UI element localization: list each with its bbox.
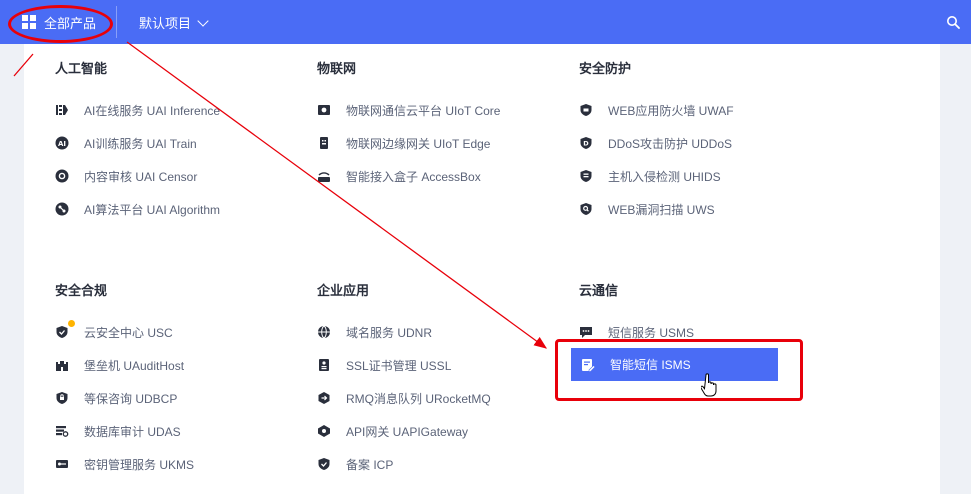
product-item-udbcp[interactable]: 等保咨询 UDBCP [55, 386, 177, 410]
ai-train-icon: AI [55, 136, 69, 150]
algorithm-icon [55, 202, 69, 216]
api-gateway-icon [317, 424, 331, 438]
category-title: 物联网 [317, 61, 357, 76]
category-iot: 物联网 物联网通信云平台 UIoT Core 物联网边缘网关 UIoT Edge… [317, 60, 547, 184]
sms-icon [579, 325, 593, 339]
product-item-uai-censor[interactable]: 内容审核 UAI Censor [55, 164, 197, 188]
product-item-uai-inference[interactable]: AI在线服务 UAI Inference [55, 98, 220, 122]
globe-icon [317, 325, 331, 339]
product-item-uhids[interactable]: 主机入侵检测 UHIDS [579, 164, 721, 188]
product-item-uai-algorithm[interactable]: AI算法平台 UAI Algorithm [55, 197, 220, 221]
product-label: RMQ消息队列 URocketMQ [346, 391, 491, 406]
queue-icon [317, 391, 331, 405]
key-icon [55, 457, 69, 471]
product-label: 数据库审计 UDAS [84, 424, 181, 439]
product-item-urocketmq[interactable]: RMQ消息队列 URocketMQ [317, 386, 491, 410]
security-center-icon [55, 320, 75, 339]
product-item-udnr[interactable]: 域名服务 UDNR [317, 320, 432, 344]
inference-icon [55, 103, 69, 117]
category-cloud-communication: 云通信 短信服务 USMS 智能短信 ISMS [571, 282, 809, 381]
product-label: 智能接入盒子 AccessBox [346, 169, 481, 184]
product-label: SSL证书管理 USSL [346, 358, 452, 373]
svg-text:AI: AI [58, 140, 66, 148]
project-selector-label: 默认项目 [139, 16, 192, 31]
product-label: 物联网通信云平台 UIoT Core [346, 103, 501, 118]
product-item-uwaf[interactable]: WEB应用防火墙 UWAF [579, 98, 734, 122]
project-selector[interactable]: 默认项目 [139, 13, 209, 32]
product-item-uai-train[interactable]: AI AI训练服务 UAI Train [55, 131, 197, 155]
product-label: 物联网边缘网关 UIoT Edge [346, 136, 491, 151]
product-item-uws[interactable]: WEB漏洞扫描 UWS [579, 197, 715, 221]
shield-icon [579, 103, 593, 117]
product-label: 内容审核 UAI Censor [84, 169, 198, 184]
host-shield-icon [579, 169, 593, 183]
ddos-shield-icon: D [579, 136, 593, 150]
product-item-uapigateway[interactable]: API网关 UAPIGateway [317, 419, 468, 443]
category-title: 安全合规 [55, 283, 108, 298]
product-item-usc[interactable]: 云安全中心 USC [55, 320, 173, 344]
product-label: WEB漏洞扫描 UWS [608, 202, 715, 217]
product-label: 域名服务 UDNR [346, 325, 432, 340]
product-item-uddos[interactable]: D DDoS攻击防护 UDDoS [579, 131, 732, 155]
product-label: WEB应用防火墙 UWAF [608, 103, 734, 118]
category-title: 云通信 [579, 283, 619, 298]
scan-shield-icon [579, 202, 593, 216]
category-title: 人工智能 [55, 61, 108, 76]
search-icon[interactable] [946, 15, 960, 29]
category-title: 安全防护 [579, 61, 632, 76]
product-item-uaudithost[interactable]: 堡垒机 UAuditHost [55, 353, 184, 377]
certificate-icon [317, 358, 331, 372]
chevron-down-icon [197, 14, 209, 27]
product-label: 等保咨询 UDBCP [84, 391, 178, 406]
category-title: 企业应用 [317, 283, 370, 298]
censor-icon [55, 169, 69, 183]
access-box-icon [317, 169, 331, 183]
product-label: AI训练服务 UAI Train [84, 136, 197, 151]
product-label: 堡垒机 UAuditHost [84, 358, 185, 373]
product-label: API网关 UAPIGateway [346, 424, 469, 439]
highlight-box [555, 339, 803, 401]
category-security-protection: 安全防护 WEB应用防火墙 UWAF D DDoS攻击防护 UDDoS 主机入侵… [579, 60, 809, 217]
product-label: 主机入侵检测 UHIDS [608, 169, 721, 184]
products-dropdown-panel: 人工智能 AI在线服务 UAI Inference AI AI训练服务 UAI … [24, 44, 940, 494]
iot-edge-icon [317, 136, 331, 150]
svg-text:D: D [583, 140, 589, 148]
product-label: 备案 ICP [346, 457, 394, 472]
product-item-uiot-core[interactable]: 物联网通信云平台 UIoT Core [317, 98, 500, 122]
notification-dot [68, 320, 75, 327]
product-item-ussl[interactable]: SSL证书管理 USSL [317, 353, 451, 377]
category-enterprise-apps: 企业应用 域名服务 UDNR SSL证书管理 USSL RMQ消息队列 URoc… [317, 282, 547, 472]
product-label: 短信服务 USMS [608, 325, 695, 340]
compliance-icon [55, 391, 69, 405]
product-item-uiot-edge[interactable]: 物联网边缘网关 UIoT Edge [317, 131, 490, 155]
highlight-ellipse [8, 5, 113, 43]
category-security-compliance: 安全合规 云安全中心 USC 堡垒机 UAuditHost 等保咨询 UDBCP… [55, 282, 285, 472]
product-label: DDoS攻击防护 UDDoS [608, 136, 733, 151]
product-item-accessbox[interactable]: 智能接入盒子 AccessBox [317, 164, 481, 188]
product-label: 云安全中心 USC [84, 325, 173, 340]
database-audit-icon [55, 424, 69, 438]
top-nav-bar: 全部产品 默认项目 [0, 0, 971, 44]
iot-core-icon [317, 103, 331, 117]
product-item-icp[interactable]: 备案 ICP [317, 452, 393, 476]
product-item-ukms[interactable]: 密钥管理服务 UKMS [55, 452, 194, 476]
product-item-udas[interactable]: 数据库审计 UDAS [55, 419, 181, 443]
product-label: AI在线服务 UAI Inference [84, 103, 221, 118]
divider [116, 6, 117, 38]
category-ai: 人工智能 AI在线服务 UAI Inference AI AI训练服务 UAI … [55, 60, 285, 217]
product-label: AI算法平台 UAI Algorithm [84, 202, 221, 217]
product-label: 密钥管理服务 UKMS [84, 457, 195, 472]
bastion-icon [55, 358, 69, 372]
icp-shield-icon [317, 457, 331, 471]
